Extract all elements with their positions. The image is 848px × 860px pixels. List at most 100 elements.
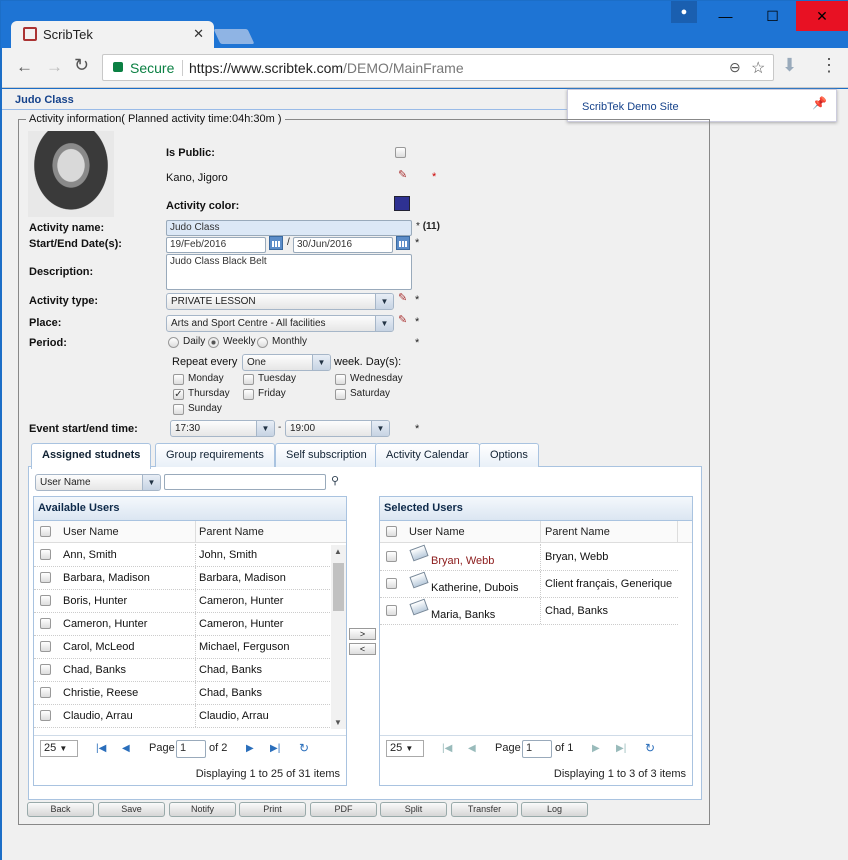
table-row[interactable]: Katherine, Dubois Client français, Generi… bbox=[380, 571, 678, 598]
last-page-icon[interactable]: ▶| bbox=[270, 743, 280, 754]
notify-button[interactable]: Notify bbox=[169, 802, 236, 817]
end-date-input[interactable]: 30/Jun/2016 bbox=[293, 237, 393, 253]
chevron-down-icon[interactable]: ▼ bbox=[312, 355, 330, 370]
period-daily-radio[interactable] bbox=[168, 337, 179, 348]
refresh-icon[interactable]: ↻ bbox=[645, 741, 655, 755]
refresh-icon[interactable]: ↻ bbox=[299, 741, 309, 755]
transfer-button[interactable]: Transfer bbox=[451, 802, 518, 817]
zoom-icon[interactable]: ⊖ bbox=[729, 59, 741, 76]
row-checkbox[interactable] bbox=[386, 605, 397, 616]
new-tab-button[interactable] bbox=[213, 29, 255, 44]
tab-self-subscription[interactable]: Self subscription bbox=[275, 443, 378, 467]
print-button[interactable]: Print bbox=[239, 802, 306, 817]
available-page-size[interactable]: 25 ▼ bbox=[40, 740, 78, 757]
chevron-down-icon[interactable]: ▼ bbox=[256, 421, 274, 436]
available-select-all[interactable] bbox=[40, 526, 51, 537]
place-select[interactable]: Arts and Sport Centre - All facilities ▼ bbox=[166, 315, 394, 332]
end-time-select[interactable]: 19:00 ▼ bbox=[285, 420, 390, 437]
chevron-down-icon[interactable]: ▼ bbox=[371, 421, 389, 436]
table-row[interactable]: Claudio, Arrau Claudio, Arrau bbox=[34, 705, 330, 728]
edit-owner-icon[interactable]: ✎ bbox=[398, 168, 412, 181]
row-checkbox[interactable] bbox=[40, 618, 51, 629]
day-wednesday-checkbox[interactable] bbox=[335, 374, 346, 385]
description-textarea[interactable]: Judo Class Black Belt bbox=[166, 254, 412, 290]
row-checkbox[interactable] bbox=[386, 551, 397, 562]
prev-page-icon[interactable]: ◀ bbox=[468, 743, 476, 754]
day-tuesday-checkbox[interactable] bbox=[243, 374, 254, 385]
filter-field-select[interactable]: User Name ▼ bbox=[35, 474, 161, 491]
filter-input[interactable] bbox=[164, 474, 326, 490]
repeat-every-select[interactable]: One ▼ bbox=[242, 354, 331, 371]
table-row[interactable]: Christie, Reese Chad, Banks bbox=[34, 682, 330, 705]
available-scrollbar[interactable]: ▲ ▼ bbox=[331, 545, 346, 729]
row-checkbox[interactable] bbox=[40, 572, 51, 583]
add-user-button[interactable]: > bbox=[349, 628, 376, 640]
bookmark-star-icon[interactable]: ☆ bbox=[751, 58, 765, 78]
tab-options[interactable]: Options bbox=[479, 443, 539, 467]
start-calendar-icon[interactable] bbox=[269, 236, 283, 250]
table-row[interactable]: Boris, Hunter Cameron, Hunter bbox=[34, 590, 330, 613]
split-button[interactable]: Split bbox=[380, 802, 447, 817]
available-page-input[interactable]: 1 bbox=[176, 740, 206, 758]
tab-close-icon[interactable]: ✕ bbox=[193, 26, 204, 42]
edit-place-icon[interactable]: ✎ bbox=[398, 313, 412, 326]
row-checkbox[interactable] bbox=[40, 664, 51, 675]
remove-user-button[interactable]: < bbox=[349, 643, 376, 655]
back-button[interactable]: Back bbox=[27, 802, 94, 817]
table-row[interactable]: Chad, Banks Chad, Banks bbox=[34, 659, 330, 682]
scroll-down-icon[interactable]: ▼ bbox=[334, 718, 342, 727]
last-page-icon[interactable]: ▶| bbox=[616, 743, 626, 754]
day-saturday-checkbox[interactable] bbox=[335, 389, 346, 400]
log-button[interactable]: Log bbox=[521, 802, 588, 817]
day-monday-checkbox[interactable] bbox=[173, 374, 184, 385]
row-checkbox[interactable] bbox=[40, 641, 51, 652]
back-icon[interactable]: ← bbox=[16, 57, 33, 77]
scroll-thumb[interactable] bbox=[333, 563, 344, 611]
row-checkbox[interactable] bbox=[386, 578, 397, 589]
table-row[interactable]: Ann, Smith John, Smith bbox=[34, 544, 330, 567]
first-page-icon[interactable]: |◀ bbox=[442, 743, 452, 754]
start-date-input[interactable]: 19/Feb/2016 bbox=[166, 237, 266, 253]
chevron-down-icon[interactable]: ▼ bbox=[375, 316, 393, 331]
save-button[interactable]: Save bbox=[98, 802, 165, 817]
table-row[interactable]: Carol, McLeod Michael, Ferguson bbox=[34, 636, 330, 659]
chevron-down-icon[interactable]: ▼ bbox=[375, 294, 393, 309]
tab-assigned-students[interactable]: Assigned studnets bbox=[31, 443, 152, 469]
activity-type-select[interactable]: PRIVATE LESSON ▼ bbox=[166, 293, 394, 310]
selected-col-user[interactable]: User Name bbox=[409, 526, 465, 538]
maximize-button[interactable]: ☐ bbox=[749, 1, 796, 31]
day-thursday-checkbox[interactable]: ✓ bbox=[173, 389, 184, 400]
reload-icon[interactable]: ↻ bbox=[74, 55, 89, 76]
is-public-checkbox[interactable] bbox=[395, 147, 406, 158]
pin-icon[interactable]: 📌 bbox=[812, 96, 827, 110]
end-calendar-icon[interactable] bbox=[396, 236, 410, 250]
menu-icon[interactable]: ⋮ bbox=[820, 55, 838, 76]
edit-activity-type-icon[interactable]: ✎ bbox=[398, 291, 412, 304]
selected-select-all[interactable] bbox=[386, 526, 397, 537]
table-row[interactable]: Barbara, Madison Barbara, Madison bbox=[34, 567, 330, 590]
period-weekly-radio[interactable] bbox=[208, 337, 219, 348]
minimize-button[interactable]: — bbox=[702, 1, 749, 31]
chevron-down-icon[interactable]: ▼ bbox=[142, 475, 160, 490]
selected-page-size[interactable]: 25 ▼ bbox=[386, 740, 424, 757]
download-icon[interactable]: ⬇ bbox=[782, 55, 797, 76]
pdf-button[interactable]: PDF bbox=[310, 802, 377, 817]
close-window-button[interactable]: ✕ bbox=[796, 1, 848, 31]
table-row[interactable]: Bryan, Webb Bryan, Webb bbox=[380, 544, 678, 571]
first-page-icon[interactable]: |◀ bbox=[96, 743, 106, 754]
table-row[interactable]: Cameron, Hunter Cameron, Hunter bbox=[34, 613, 330, 636]
day-friday-checkbox[interactable] bbox=[243, 389, 254, 400]
table-row[interactable]: Maria, Banks Chad, Banks bbox=[380, 598, 678, 625]
binoculars-icon[interactable]: ⚲ bbox=[331, 474, 339, 487]
row-checkbox[interactable] bbox=[40, 687, 51, 698]
prev-page-icon[interactable]: ◀ bbox=[122, 743, 130, 754]
selected-page-input[interactable]: 1 bbox=[522, 740, 552, 758]
address-bar[interactable]: Secure https://www.scribtek.com/DEMO/Mai… bbox=[102, 54, 774, 81]
row-checkbox[interactable] bbox=[40, 710, 51, 721]
tab-activity-calendar[interactable]: Activity Calendar bbox=[375, 443, 480, 467]
profile-icon[interactable]: ● bbox=[671, 1, 697, 23]
day-sunday-checkbox[interactable] bbox=[173, 404, 184, 415]
activity-name-input[interactable]: Judo Class bbox=[166, 220, 412, 236]
row-checkbox[interactable] bbox=[40, 549, 51, 560]
scroll-up-icon[interactable]: ▲ bbox=[334, 547, 342, 556]
